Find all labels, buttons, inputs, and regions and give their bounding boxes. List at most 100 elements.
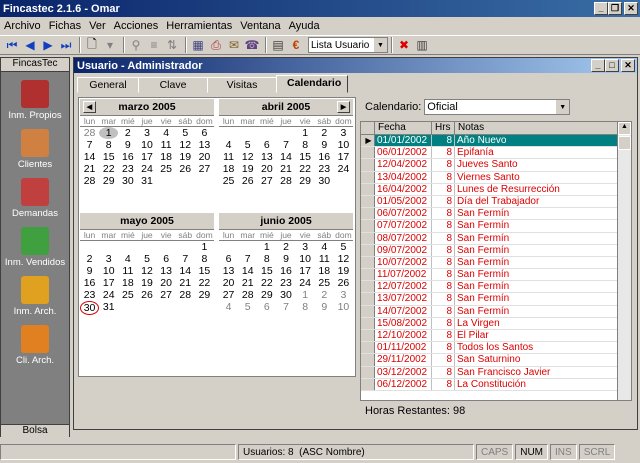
next-month-button[interactable]: ▶ bbox=[337, 101, 350, 113]
day-cell[interactable]: 5 bbox=[137, 253, 156, 265]
day-cell[interactable]: 6 bbox=[219, 253, 238, 265]
day-cell[interactable]: 13 bbox=[257, 151, 276, 163]
day-cell[interactable]: 20 bbox=[257, 163, 276, 175]
day-cell[interactable]: 23 bbox=[315, 163, 334, 175]
day-cell[interactable]: 13 bbox=[157, 265, 176, 277]
table-icon[interactable]: ▦ bbox=[190, 37, 206, 53]
day-cell[interactable]: 19 bbox=[238, 163, 257, 175]
day-grid[interactable]: 28 1 2 3 4 5 6 7 8 9 10 11 12 13 14 15 16 17 18 19 20 21 22 23 2… bbox=[80, 127, 214, 187]
day-cell[interactable]: 19 bbox=[334, 265, 353, 277]
delete-icon[interactable]: ✖ bbox=[396, 37, 412, 53]
day-cell[interactable]: 22 bbox=[99, 163, 118, 175]
day-cell[interactable]: 28 bbox=[176, 289, 195, 301]
table-row[interactable]: 06/07/2002 8 San Fermín bbox=[361, 208, 631, 221]
day-cell[interactable]: 2 bbox=[315, 127, 334, 139]
day-cell[interactable]: 15 bbox=[257, 265, 276, 277]
table-row[interactable]: 11/07/2002 8 San Fermín bbox=[361, 269, 631, 282]
day-cell[interactable]: 5 bbox=[334, 241, 353, 253]
minimize-button[interactable]: _ bbox=[594, 2, 608, 15]
day-cell[interactable]: 2 bbox=[118, 127, 137, 139]
calculator-icon[interactable]: ▤ bbox=[270, 37, 286, 53]
day-cell[interactable]: 6 bbox=[257, 139, 276, 151]
tab-calendario[interactable]: Calendario bbox=[276, 75, 348, 93]
day-cell[interactable]: 8 bbox=[195, 253, 214, 265]
day-cell[interactable]: 1 bbox=[257, 241, 276, 253]
day-cell[interactable]: 21 bbox=[80, 163, 99, 175]
day-cell[interactable]: 7 bbox=[276, 301, 295, 313]
day-grid[interactable]: 1 2 3 4 5 6 7 8 9 10 11 12 13 14 15 16 17 18 19 20 21 22 23 24 2… bbox=[219, 127, 353, 187]
day-cell[interactable]: 1 bbox=[296, 289, 315, 301]
table-row[interactable]: 01/11/2002 8 Todos los Santos bbox=[361, 342, 631, 355]
table-row[interactable]: ▶ 01/01/2002 8 Año Nuevo bbox=[361, 135, 631, 148]
table-row[interactable]: 13/07/2002 8 San Fermín bbox=[361, 293, 631, 306]
table-row[interactable]: 29/11/2002 8 San Saturnino bbox=[361, 354, 631, 367]
prev-month-button[interactable]: ◀ bbox=[83, 101, 96, 113]
day-cell[interactable]: 6 bbox=[157, 253, 176, 265]
vertical-scrollbar[interactable]: ▲ bbox=[617, 122, 631, 400]
day-cell[interactable]: 23 bbox=[80, 289, 99, 301]
day-cell[interactable]: 28 bbox=[238, 289, 257, 301]
day-cell[interactable]: 27 bbox=[257, 175, 276, 187]
day-cell[interactable]: 4 bbox=[219, 139, 238, 151]
day-cell[interactable]: 29 bbox=[195, 289, 214, 301]
child-close-button[interactable]: ✕ bbox=[621, 59, 635, 72]
menu-ventana[interactable]: Ventana bbox=[240, 20, 280, 32]
day-cell[interactable]: 22 bbox=[257, 277, 276, 289]
day-cell[interactable]: 2 bbox=[276, 241, 295, 253]
day-cell[interactable]: 24 bbox=[296, 277, 315, 289]
day-cell[interactable]: 11 bbox=[157, 139, 176, 151]
col-hrs[interactable]: Hrs bbox=[432, 122, 455, 134]
day-cell[interactable]: 6 bbox=[195, 127, 214, 139]
col-fecha[interactable]: Fecha bbox=[375, 122, 432, 134]
day-grid[interactable]: 1 2 3 4 5 6 7 8 9 10 11 12 13 14 15 16 17 18 19 20 21 22 23 24 2… bbox=[219, 241, 353, 313]
day-cell[interactable]: 13 bbox=[195, 139, 214, 151]
day-cell[interactable]: 5 bbox=[238, 139, 257, 151]
tab-visitas[interactable]: Visitas bbox=[207, 77, 277, 93]
day-cell[interactable]: 18 bbox=[157, 151, 176, 163]
table-row[interactable]: 13/04/2002 8 Viernes Santo bbox=[361, 171, 631, 184]
menu-ver[interactable]: Ver bbox=[89, 20, 106, 32]
day-cell[interactable]: 7 bbox=[80, 139, 99, 151]
menu-archivo[interactable]: Archivo bbox=[4, 20, 41, 32]
day-cell[interactable]: 16 bbox=[315, 151, 334, 163]
report-icon[interactable]: ▥ bbox=[414, 37, 430, 53]
day-cell[interactable]: 10 bbox=[334, 139, 353, 151]
day-cell[interactable]: 12 bbox=[334, 253, 353, 265]
day-cell[interactable]: 25 bbox=[118, 289, 137, 301]
day-cell[interactable]: 16 bbox=[276, 265, 295, 277]
sidebar-item-inm-propios[interactable]: Inm. Propios bbox=[1, 80, 69, 121]
day-cell[interactable]: 8 bbox=[296, 139, 315, 151]
sort-icon[interactable]: ⇅ bbox=[164, 37, 180, 53]
day-cell[interactable]: 17 bbox=[99, 277, 118, 289]
day-cell[interactable]: 25 bbox=[157, 163, 176, 175]
day-cell[interactable]: 30 bbox=[276, 289, 295, 301]
euro-icon[interactable]: € bbox=[288, 37, 304, 53]
day-cell[interactable]: 30 bbox=[315, 175, 334, 187]
day-cell[interactable]: 10 bbox=[334, 301, 353, 313]
day-cell[interactable]: 14 bbox=[80, 151, 99, 163]
day-cell[interactable]: 12 bbox=[176, 139, 195, 151]
day-cell[interactable]: 29 bbox=[99, 175, 118, 187]
day-cell[interactable]: 21 bbox=[276, 163, 295, 175]
sidebar-item-demandas[interactable]: Demandas bbox=[1, 178, 69, 219]
day-cell[interactable]: 15 bbox=[195, 265, 214, 277]
table-row[interactable]: 10/07/2002 8 San Fermín bbox=[361, 256, 631, 270]
menu-ayuda[interactable]: Ayuda bbox=[289, 20, 320, 32]
day-cell[interactable]: 17 bbox=[137, 151, 156, 163]
day-cell[interactable]: 9 bbox=[315, 139, 334, 151]
tab-clave[interactable]: Clave bbox=[138, 77, 208, 93]
day-cell[interactable]: 9 bbox=[315, 301, 334, 313]
table-row[interactable]: 08/07/2002 8 San Fermín bbox=[361, 232, 631, 245]
table-row[interactable]: 06/01/2002 8 Epifanía bbox=[361, 147, 631, 160]
sidebar-item-cli-arch[interactable]: Cli. Arch. bbox=[1, 325, 69, 366]
new-document-icon[interactable]: 🗋 bbox=[84, 37, 100, 53]
day-cell[interactable]: 14 bbox=[276, 151, 295, 163]
table-row[interactable]: 12/10/2002 8 El Pilar bbox=[361, 330, 631, 343]
day-cell[interactable]: 1 bbox=[296, 127, 315, 139]
restore-button[interactable]: ❐ bbox=[608, 2, 622, 15]
prev-record-icon[interactable]: ◀ bbox=[22, 37, 38, 53]
table-row[interactable]: 15/08/2002 8 La Virgen bbox=[361, 317, 631, 330]
day-cell[interactable]: 21 bbox=[176, 277, 195, 289]
day-cell[interactable]: 6 bbox=[257, 301, 276, 313]
day-cell[interactable]: 16 bbox=[80, 277, 99, 289]
